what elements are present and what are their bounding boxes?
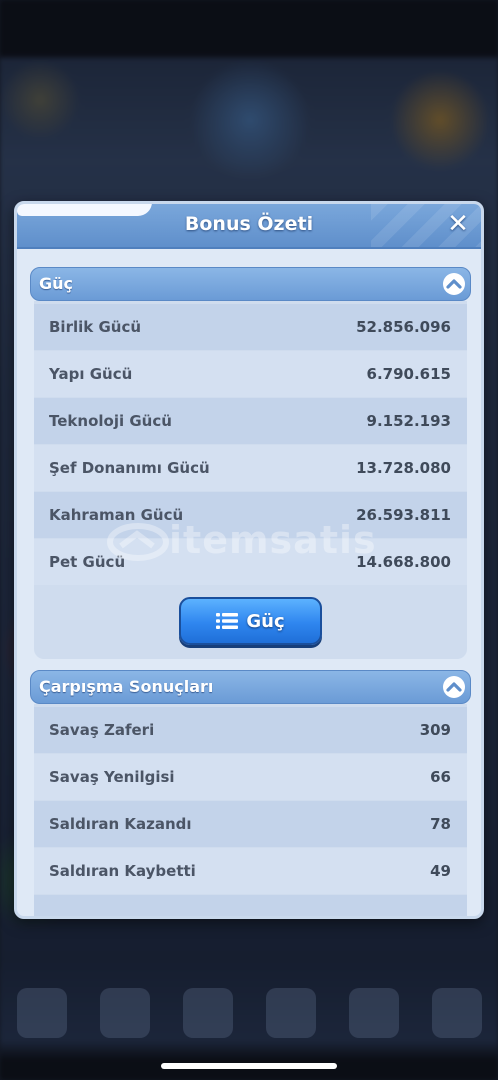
combat-row-label: Savaş Yenilgisi	[49, 768, 175, 786]
section-title-power: Güç	[39, 274, 74, 293]
chevron-up-icon[interactable]	[442, 675, 466, 699]
modal-header: Bonus Özeti ✕	[17, 204, 481, 249]
power-row-label: Şef Donanımı Gücü	[49, 459, 210, 477]
home-indicator[interactable]	[161, 1063, 337, 1069]
bottom-nav-slot	[182, 987, 233, 1038]
power-details-button[interactable]: Güç	[179, 597, 322, 645]
bottom-nav-slot	[431, 987, 482, 1038]
combat-row-partial	[34, 895, 467, 916]
combat-row-label: Saldıran Kazandı	[49, 815, 192, 833]
bottom-nav-slot	[265, 987, 316, 1038]
combat-row: Savaş Yenilgisi 66	[34, 754, 467, 800]
power-row: Birlik Gücü 52.856.096	[34, 304, 467, 350]
power-row-value: 6.790.615	[366, 365, 451, 383]
bonus-summary-modal: Bonus Özeti ✕ Güç Birlik Gücü 52.856.096…	[14, 201, 484, 919]
power-row-value: 26.593.811	[356, 506, 451, 524]
power-row-value: 14.668.800	[356, 553, 451, 571]
power-row-label: Birlik Gücü	[49, 318, 142, 336]
combat-row-value: 66	[430, 768, 451, 786]
combat-row-value: 49	[430, 862, 451, 880]
bottom-nav-slot	[16, 987, 67, 1038]
modal-title: Bonus Özeti	[184, 213, 314, 235]
power-row-label: Yapı Gücü	[49, 365, 133, 383]
power-row: Teknoloji Gücü 9.152.193	[34, 398, 467, 444]
power-row-value: 52.856.096	[356, 318, 451, 336]
combat-row: Saldıran Kazandı 78	[34, 801, 467, 847]
power-row: Yapı Gücü 6.790.615	[34, 351, 467, 397]
combat-panel: Savaş Zaferi 309 Savaş Yenilgisi 66 Sald…	[34, 704, 467, 916]
list-icon	[216, 613, 239, 629]
bottom-nav-bar	[0, 975, 498, 1050]
power-row: Pet Gücü 14.668.800	[34, 539, 467, 585]
combat-row: Saldıran Kaybetti 49	[34, 848, 467, 894]
chevron-up-icon[interactable]	[442, 272, 466, 296]
power-row-value: 9.152.193	[366, 412, 451, 430]
section-header-power[interactable]: Güç	[30, 267, 471, 301]
section-title-combat: Çarpışma Sonuçları	[39, 677, 214, 696]
bottom-nav-slot	[99, 987, 150, 1038]
combat-row: Savaş Zaferi 309	[34, 707, 467, 753]
combat-row-value: 78	[430, 815, 451, 833]
power-row-label: Teknoloji Gücü	[49, 412, 172, 430]
power-button-label: Güç	[246, 610, 285, 632]
combat-row-label: Savaş Zaferi	[49, 721, 155, 739]
power-row: Şef Donanımı Gücü 13.728.080	[34, 445, 467, 491]
bottom-nav-slot	[348, 987, 399, 1038]
watermark-logo	[107, 523, 169, 561]
combat-row-value: 309	[419, 721, 451, 739]
power-row: Kahraman Gücü 26.593.811	[34, 492, 467, 538]
combat-row-label: Saldıran Kaybetti	[49, 862, 196, 880]
close-icon[interactable]: ✕	[445, 211, 471, 237]
section-header-combat[interactable]: Çarpışma Sonuçları	[30, 670, 471, 704]
power-panel: Birlik Gücü 52.856.096 Yapı Gücü 6.790.6…	[34, 301, 467, 659]
power-row-value: 13.728.080	[356, 459, 451, 477]
